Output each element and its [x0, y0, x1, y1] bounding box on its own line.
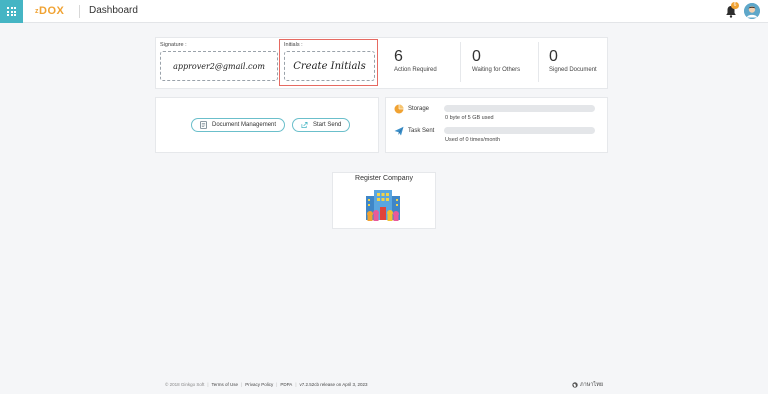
- initials-label: Initials :: [284, 42, 303, 48]
- user-avatar-icon: [744, 3, 760, 19]
- task-sent-label: Task Sent: [408, 128, 435, 134]
- start-send-button[interactable]: Start Send: [292, 118, 351, 132]
- stat-signed-document[interactable]: 0 Signed Document: [549, 48, 597, 73]
- pie-chart-icon: [394, 104, 404, 114]
- stat-value: 0: [549, 48, 558, 65]
- stat-value: 6: [394, 48, 403, 65]
- storage-progress-bar: [444, 105, 595, 112]
- task-sent-usage-text: Used of 0 times/month: [445, 137, 501, 143]
- register-company-title: Register Company: [355, 175, 413, 182]
- header-divider: [79, 5, 80, 18]
- stat-label: Signed Document: [549, 67, 597, 73]
- stat-label: Action Required: [394, 67, 437, 73]
- stat-waiting-for-others[interactable]: 0 Waiting for Others: [472, 48, 520, 73]
- stat-divider: [460, 42, 461, 82]
- stat-action-required[interactable]: 6 Action Required: [394, 48, 437, 73]
- signature-label: Signature :: [160, 42, 187, 48]
- copyright-text: © 2018 Ginkgo Soft: [165, 382, 205, 387]
- stat-label: Waiting for Others: [472, 67, 521, 73]
- storage-usage-text: 0 byte of 5 GB used: [445, 115, 494, 121]
- app-launcher-button[interactable]: [0, 0, 23, 23]
- avatar[interactable]: [744, 3, 760, 19]
- privacy-policy-link[interactable]: Privacy Policy: [245, 382, 273, 387]
- signature-value: approver2@gmail.com: [173, 61, 265, 71]
- stat-value: 0: [472, 48, 481, 65]
- top-bar: zDOX Dashboard: [0, 0, 768, 23]
- company-building-icon: [366, 190, 400, 221]
- start-send-label: Start Send: [313, 122, 342, 128]
- globe-icon: [572, 382, 578, 388]
- signature-field[interactable]: approver2@gmail.com: [160, 51, 278, 81]
- version-text: v7.2.52cb release on April 3, 2023: [299, 382, 368, 387]
- storage-label: Storage: [408, 106, 430, 112]
- send-arrow-icon: [301, 122, 308, 128]
- pdpa-link[interactable]: PDPA: [280, 382, 292, 387]
- initials-field[interactable]: Create Initials: [284, 51, 375, 81]
- footer: © 2018 Ginkgo Soft | Terms of Use | Privacy …: [165, 382, 368, 387]
- document-management-button[interactable]: Document Management: [191, 118, 286, 132]
- page-title: Dashboard: [89, 5, 138, 16]
- zdox-logo[interactable]: zDOX: [35, 5, 64, 17]
- language-switcher[interactable]: ภาษาไทย: [572, 381, 603, 389]
- initials-value: Create Initials: [293, 60, 366, 72]
- stat-divider: [538, 42, 539, 82]
- notification-badge: 6: [731, 2, 739, 9]
- grid-icon: [7, 7, 16, 16]
- document-management-label: Document Management: [212, 122, 277, 128]
- language-label: ภาษาไทย: [580, 382, 604, 388]
- task-sent-progress-bar: [444, 127, 595, 134]
- document-icon: [200, 121, 207, 129]
- paper-plane-icon: [394, 126, 404, 136]
- terms-of-use-link[interactable]: Terms of Use: [212, 382, 239, 387]
